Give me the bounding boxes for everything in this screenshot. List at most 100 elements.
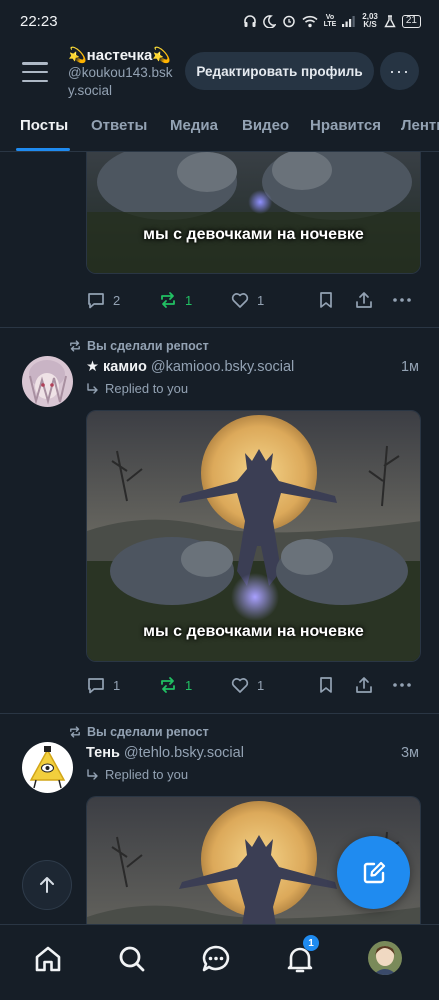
repost-label: Вы сделали репост [87,725,209,739]
tab-video[interactable]: Видео [242,117,289,134]
repost-button[interactable]: 1 [158,675,192,695]
feed-post[interactable]: Вы сделали репост ★ камио @kamiooo.bsky.… [0,328,439,713]
feed[interactable]: мы с девочками на ночевке 2 1 1 Вы сдела… [0,152,439,924]
image-caption: мы с девочками на ночевке [143,623,364,640]
nav-search[interactable] [116,943,148,975]
reply-count: 1 [113,677,121,693]
reply-icon [88,678,104,694]
wifi-icon [302,15,318,28]
reply-label: Replied to you [105,767,189,782]
repost-icon [70,340,80,352]
heart-icon [231,678,249,693]
author-handle: @tehlo.bsky.social [123,745,244,761]
profile-name: 💫настечка💫 [68,47,171,64]
author-line[interactable]: ★ камио @kamiooo.bsky.social [86,359,294,375]
flask-icon [384,14,396,28]
signal-icon [342,15,356,27]
reply-arrow-icon [87,382,98,394]
tab-media[interactable]: Медиа [170,117,218,134]
status-time: 22:23 [20,12,58,30]
repost-label: Вы сделали репост [87,339,209,353]
repost-button[interactable]: 1 [158,290,192,310]
tab-feeds[interactable]: Ленты [401,117,439,134]
werewolf-image [87,152,420,273]
search-icon [119,946,145,972]
repost-icon [161,677,175,693]
ellipsis-icon [393,683,411,687]
menu-icon[interactable] [22,62,48,82]
reply-label: Replied to you [105,381,189,396]
bookmark-icon [320,292,332,308]
bottom-nav: 1 [0,924,439,1000]
volte-indicator: Vo LTE [323,14,337,28]
repost-icon [161,292,175,308]
post-time: 3м [400,745,419,761]
profile-block: 💫настечка💫 @koukou143.bsky.social [68,46,180,100]
edit-profile-button[interactable]: Редактировать профиль [185,52,374,90]
author-name: ★ камио [86,359,147,375]
home-icon [35,946,61,972]
reply-arrow-icon [87,768,98,780]
chat-icon [202,945,230,972]
reply-button[interactable]: 1 [86,675,120,695]
bookmark-button[interactable] [316,290,336,310]
compose-icon [363,861,385,883]
avatar[interactable] [22,742,73,793]
nav-home[interactable] [32,943,64,975]
battery-indicator: 21 [401,14,421,28]
like-count: 1 [257,292,265,308]
nav-chat[interactable] [200,943,232,975]
scroll-to-top-button[interactable] [22,860,72,910]
avatar-image [22,356,73,407]
tab-replies[interactable]: Ответы [91,117,147,134]
reply-icon [88,293,104,309]
image-caption: мы с девочками на ночевке [143,226,364,243]
nav-profile-avatar[interactable] [368,941,402,975]
moon-icon [262,14,276,28]
share-button[interactable] [354,290,374,310]
like-button[interactable]: 1 [230,675,264,695]
post-time: 1м [400,359,419,375]
repost-count: 1 [185,292,193,308]
share-button[interactable] [354,675,374,695]
post-image[interactable]: мы с девочками на ночевке [86,410,421,662]
ellipsis-icon [393,298,411,302]
post-image[interactable]: мы с девочками на ночевке [86,152,421,274]
author-line[interactable]: Тень @tehlo.bsky.social [86,745,244,761]
tab-posts[interactable]: Посты [20,117,68,134]
post-menu-button[interactable] [392,675,412,695]
profile-tabs: Посты Ответы Медиа Видео Нравится Ленты [0,104,439,152]
alarm-icon [282,14,296,28]
network-speed: 2,03 K/S [362,12,378,29]
headphones-icon [243,14,257,28]
share-icon [356,292,372,308]
like-button[interactable]: 1 [230,290,264,310]
like-count: 1 [257,677,265,693]
profile-handle: @koukou143.bsky.social [68,65,173,98]
active-tab-indicator [16,148,70,151]
tab-likes[interactable]: Нравится [310,117,381,134]
status-icons: Vo LTE 2,03 K/S 21 [243,13,421,29]
bookmark-button[interactable] [316,675,336,695]
reply-button[interactable]: 2 [86,290,120,310]
avatar-image [22,742,73,793]
avatar[interactable] [22,356,73,407]
repost-indicator: Вы сделали репост [68,339,209,353]
author-handle: @kamiooo.bsky.social [150,359,295,375]
arrow-up-icon [40,877,54,893]
share-icon [356,677,372,693]
status-bar: 22:23 Vo LTE 2,03 K/S 21 [0,0,439,42]
post-actions: 1 1 1 [86,675,421,699]
reply-indicator: Replied to you [86,767,188,782]
profile-avatar-image [368,941,402,975]
feed-post[interactable]: мы с девочками на ночевке 2 1 1 [0,152,439,327]
reply-indicator: Replied to you [86,381,188,396]
more-options-button[interactable]: ··· [380,52,419,90]
author-name: Тень [86,745,120,761]
repost-count: 1 [185,677,193,693]
post-actions: 2 1 1 [86,290,421,314]
post-menu-button[interactable] [392,290,412,310]
reply-count: 2 [113,292,121,308]
bookmark-icon [320,677,332,693]
compose-post-button[interactable] [337,836,410,909]
